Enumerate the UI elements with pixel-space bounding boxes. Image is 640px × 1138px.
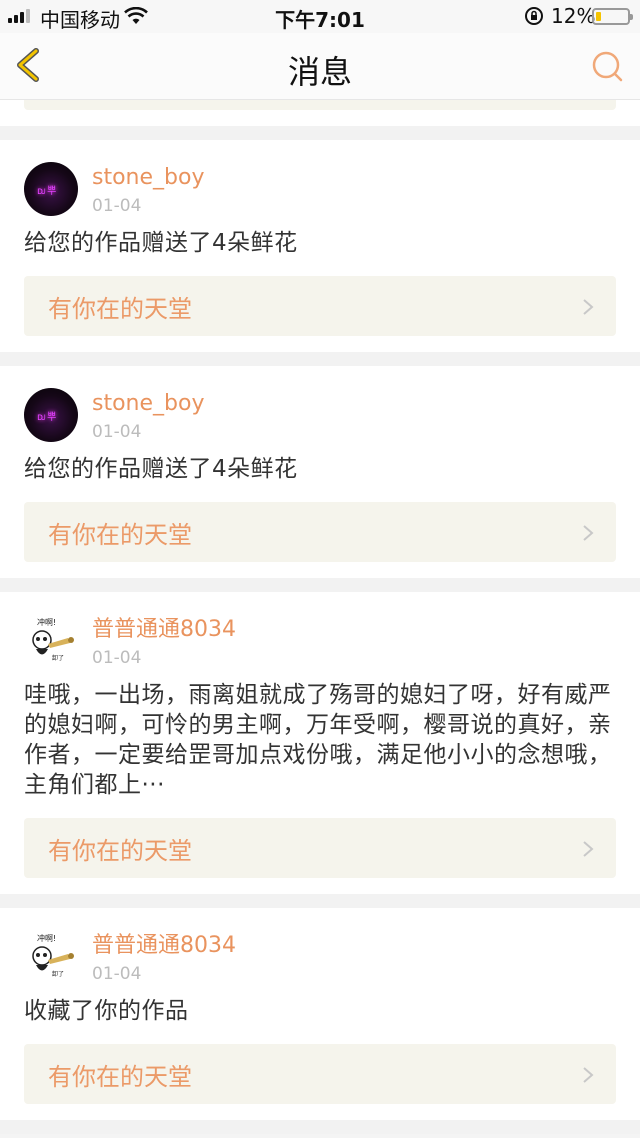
username[interactable]: 普普通通8034 bbox=[92, 932, 236, 960]
svg-text:卸了: 卸了 bbox=[52, 654, 64, 662]
user-row: ᴅᴊ 뿌 stone_boy 01-04 bbox=[24, 388, 616, 444]
user-meta: 普普通通8034 01-04 bbox=[92, 930, 236, 984]
divider bbox=[0, 352, 640, 366]
message-card: ᴅᴊ 뿌 stone_boy 01-04 给您的作品赠送了4朵鲜花 有你在的天堂 bbox=[0, 140, 640, 352]
avatar[interactable]: 冲啊! 卸了 bbox=[24, 614, 78, 668]
user-row: ᴅᴊ 뿌 stone_boy 01-04 bbox=[24, 162, 616, 218]
message-card: ᴅᴊ 뿌 stone_boy 01-04 给您的作品赠送了4朵鲜花 有你在的天堂 bbox=[0, 366, 640, 578]
work-title: 有你在的天堂 bbox=[48, 836, 192, 865]
svg-text:卸了: 卸了 bbox=[52, 970, 64, 978]
divider bbox=[0, 578, 640, 592]
avatar[interactable]: ᴅᴊ 뿌 bbox=[24, 162, 78, 216]
status-bar: 中国移动 下午7:01 12% bbox=[0, 0, 640, 33]
clock: 下午7:01 bbox=[275, 8, 365, 32]
work-title: 有你在的天堂 bbox=[48, 1062, 192, 1091]
message-text: 给您的作品赠送了4朵鲜花 bbox=[24, 456, 298, 482]
divider bbox=[0, 894, 640, 908]
user-meta: 普普通通8034 01-04 bbox=[92, 614, 236, 668]
panda-meme-icon: 冲啊! 卸了 bbox=[32, 933, 74, 978]
chevron-right-icon bbox=[583, 299, 594, 315]
avatar[interactable]: 冲啊! 卸了 bbox=[24, 930, 78, 984]
chevron-right-icon bbox=[583, 1067, 594, 1083]
panda-meme-icon: 冲啊! 卸了 bbox=[32, 617, 74, 662]
message-text: 哇哦，一出场，雨离姐就成了殇哥的媳妇了呀，好有威严的媳妇啊，可怜的男主啊，万年受… bbox=[24, 682, 612, 798]
work-link-partial[interactable] bbox=[24, 100, 616, 110]
work-title: 有你在的天堂 bbox=[48, 520, 192, 549]
message-card: 冲啊! 卸了 普普通通8034 01-04 哇哦，一出场，雨离姐就成了殇哥的媳妇… bbox=[0, 592, 640, 894]
previous-card-remnant bbox=[0, 100, 640, 126]
user-meta: stone_boy 01-04 bbox=[92, 162, 204, 216]
divider bbox=[0, 1120, 640, 1134]
svg-text:冲啊!: 冲啊! bbox=[37, 933, 56, 943]
nav-bar: 消息 bbox=[0, 33, 640, 100]
battery-percent: 12% bbox=[551, 4, 596, 28]
message-card: 冲啊! 卸了 普普通通8034 01-04 收藏了你的作品 有你在的天堂 bbox=[0, 908, 640, 1120]
message-list: ᴅᴊ 뿌 stone_boy 01-04 给您的作品赠送了4朵鲜花 有你在的天堂… bbox=[0, 100, 640, 1134]
message-text: 给您的作品赠送了4朵鲜花 bbox=[24, 230, 298, 256]
search-icon bbox=[592, 51, 623, 82]
chevron-right-icon bbox=[583, 525, 594, 541]
user-row: 冲啊! 卸了 普普通通8034 01-04 bbox=[24, 930, 616, 986]
divider bbox=[0, 126, 640, 140]
work-title: 有你在的天堂 bbox=[48, 294, 192, 323]
user-meta: stone_boy 01-04 bbox=[92, 388, 204, 442]
user-row: 冲啊! 卸了 普普通通8034 01-04 bbox=[24, 614, 616, 670]
chevron-right-icon bbox=[583, 841, 594, 857]
orientation-lock-icon bbox=[524, 6, 544, 31]
avatar[interactable]: ᴅᴊ 뿌 bbox=[24, 388, 78, 442]
work-link[interactable]: 有你在的天堂 bbox=[24, 276, 616, 336]
search-button[interactable] bbox=[588, 47, 628, 87]
work-link[interactable]: 有你在的天堂 bbox=[24, 1044, 616, 1104]
message-text: 收藏了你的作品 bbox=[24, 998, 189, 1024]
message-date: 01-04 bbox=[92, 964, 142, 984]
username[interactable]: 普普通通8034 bbox=[92, 616, 236, 644]
work-link[interactable]: 有你在的天堂 bbox=[24, 818, 616, 878]
battery-icon bbox=[592, 8, 633, 25]
username[interactable]: stone_boy bbox=[92, 164, 204, 192]
username[interactable]: stone_boy bbox=[92, 390, 204, 418]
message-date: 01-04 bbox=[92, 196, 142, 216]
message-date: 01-04 bbox=[92, 648, 142, 668]
work-link[interactable]: 有你在的天堂 bbox=[24, 502, 616, 562]
svg-text:冲啊!: 冲啊! bbox=[37, 617, 56, 627]
message-date: 01-04 bbox=[92, 422, 142, 442]
page-title: 消息 bbox=[287, 53, 352, 91]
